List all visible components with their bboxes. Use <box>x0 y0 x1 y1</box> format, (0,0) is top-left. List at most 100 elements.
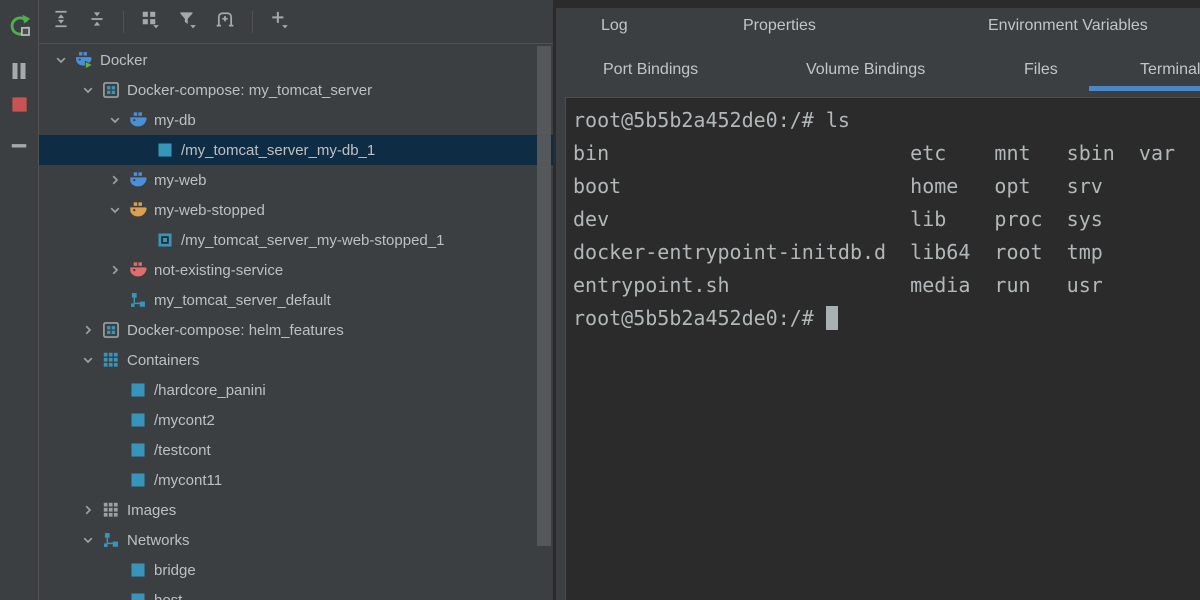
run-controls-strip <box>0 0 39 600</box>
toolbar-separator <box>252 11 253 33</box>
tree-item-label: Docker-compose: my_tomcat_server <box>127 82 372 99</box>
tree-item-label: /mycont2 <box>154 412 215 429</box>
tab-volume-bindings[interactable]: Volume Bindings <box>806 61 925 79</box>
toolbar-separator <box>123 11 124 33</box>
tab-environment-variables[interactable]: Environment Variables <box>988 17 1148 35</box>
chevron-right-icon[interactable] <box>80 322 96 338</box>
network-icon <box>129 291 147 309</box>
dashboard-top-edge <box>556 0 1200 8</box>
tree-item-label: Docker <box>100 52 148 69</box>
tab-log[interactable]: Log <box>601 17 628 35</box>
chevron-spacer <box>107 592 123 600</box>
tree-item-label: /testcont <box>154 442 211 459</box>
tree-item[interactable]: Containers <box>39 345 553 375</box>
chevron-spacer <box>107 412 123 428</box>
chevron-spacer <box>107 472 123 488</box>
tree-item[interactable]: Docker-compose: helm_features <box>39 315 553 345</box>
tree-item[interactable]: Networks <box>39 525 553 555</box>
tree-item[interactable]: /hardcore_panini <box>39 375 553 405</box>
tree-item-label: my-web <box>154 172 207 189</box>
terminal-cursor <box>826 306 838 330</box>
chevron-right-icon[interactable] <box>107 172 123 188</box>
tree-item-label: Docker-compose: helm_features <box>127 322 344 339</box>
container-stopped-icon <box>156 231 174 249</box>
tree-item[interactable]: /testcont <box>39 435 553 465</box>
chevron-spacer <box>134 232 150 248</box>
tree-item-label: my-db <box>154 112 196 129</box>
tree-item[interactable]: Images <box>39 495 553 525</box>
terminal-pane[interactable]: root@5b5b2a452de0:/# ls bin etc mnt sbin… <box>565 97 1200 600</box>
pause-icon[interactable] <box>0 60 38 82</box>
tree-item-label: /hardcore_panini <box>154 382 266 399</box>
tree-item-label: bridge <box>154 562 196 579</box>
tab-properties[interactable]: Properties <box>743 17 816 35</box>
tree-toolbar <box>39 0 553 44</box>
tree-item[interactable]: my_tomcat_server_default <box>39 285 553 315</box>
tree-item-label: host <box>154 592 182 600</box>
tree-item[interactable]: /mycont11 <box>39 465 553 495</box>
chevron-right-icon[interactable] <box>107 262 123 278</box>
tree-item-label: Containers <box>127 352 200 369</box>
tree-item[interactable]: host <box>39 585 553 600</box>
network-icon <box>102 531 120 549</box>
collapse-all-icon[interactable] <box>87 9 107 34</box>
chevron-spacer <box>107 562 123 578</box>
chevron-down-icon[interactable] <box>80 532 96 548</box>
tree-item[interactable]: my-db <box>39 105 553 135</box>
chevron-down-icon[interactable] <box>80 352 96 368</box>
chevron-spacer <box>134 142 150 158</box>
new-scope-icon[interactable] <box>214 9 236 34</box>
services-tree: Docker Docker-compose: my_tomcat_servermy… <box>39 45 553 600</box>
tree-item[interactable]: Docker <box>39 45 553 75</box>
tree-item-label: Images <box>127 502 176 519</box>
chevron-right-icon[interactable] <box>80 502 96 518</box>
tree-item-label: /mycont11 <box>154 472 222 489</box>
compose-icon <box>102 321 120 339</box>
chevron-down-icon[interactable] <box>107 202 123 218</box>
whale-blue-icon <box>129 171 147 189</box>
container-running-icon <box>129 381 147 399</box>
container-running-icon <box>129 441 147 459</box>
disconnect-icon[interactable] <box>0 138 38 154</box>
chevron-down-icon[interactable] <box>53 52 69 68</box>
container-running-icon <box>129 561 147 579</box>
tree-item[interactable]: my-web <box>39 165 553 195</box>
stop-icon[interactable] <box>0 94 38 115</box>
grid-gray-icon <box>102 501 120 519</box>
tab-port-bindings[interactable]: Port Bindings <box>603 61 698 79</box>
grid-teal-icon <box>102 351 120 369</box>
tree-item[interactable]: Docker-compose: my_tomcat_server <box>39 75 553 105</box>
tree-item[interactable]: my-web-stopped <box>39 195 553 225</box>
container-running-icon <box>129 591 147 600</box>
chevron-spacer <box>107 292 123 308</box>
tree-item[interactable]: /mycont2 <box>39 405 553 435</box>
chevron-down-icon[interactable] <box>80 82 96 98</box>
compose-icon <box>102 81 120 99</box>
redeploy-icon[interactable] <box>0 13 38 37</box>
expand-all-icon[interactable] <box>51 9 71 34</box>
tree-item-label: my-web-stopped <box>154 202 265 219</box>
chevron-spacer <box>107 382 123 398</box>
tree-item-label: Networks <box>127 532 190 549</box>
tree-item-label: /my_tomcat_server_my-db_1 <box>181 142 375 159</box>
chevron-down-icon[interactable] <box>107 112 123 128</box>
tree-item[interactable]: /my_tomcat_server_my-db_1 <box>39 135 553 165</box>
tree-scrollbar[interactable] <box>537 46 551 546</box>
tree-item[interactable]: /my_tomcat_server_my-web-stopped_1 <box>39 225 553 255</box>
tree-item[interactable]: bridge <box>39 555 553 585</box>
chevron-spacer <box>107 442 123 458</box>
whale-blue-icon <box>129 111 147 129</box>
whale-red-icon <box>129 261 147 279</box>
tree-item-label: /my_tomcat_server_my-web-stopped_1 <box>181 232 444 249</box>
add-icon[interactable] <box>269 9 290 35</box>
group-by-icon[interactable] <box>140 9 161 35</box>
container-dashboard: Log Properties Environment Variables Por… <box>556 0 1200 600</box>
tree-item-label: not-existing-service <box>154 262 283 279</box>
tree-item[interactable]: not-existing-service <box>39 255 553 285</box>
terminal-output: root@5b5b2a452de0:/# ls bin etc mnt sbin… <box>573 108 1175 330</box>
tab-terminal[interactable]: Terminal <box>1140 61 1200 79</box>
filter-icon[interactable] <box>177 9 198 35</box>
container-running-icon <box>129 411 147 429</box>
docker-connected-icon <box>75 51 93 69</box>
tab-files[interactable]: Files <box>1024 61 1058 79</box>
